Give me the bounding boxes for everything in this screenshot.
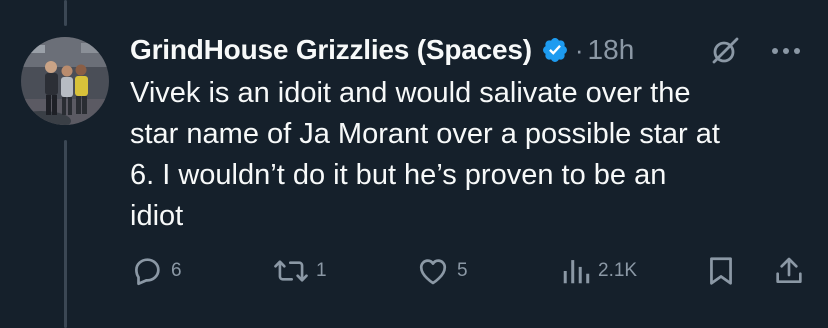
reply-button[interactable]: 6	[130, 253, 182, 289]
share-button[interactable]	[773, 253, 805, 289]
views-chart-icon	[561, 254, 591, 288]
retweet-button[interactable]: 1	[273, 253, 327, 289]
tweet-text: Vivek is an idoit and would salivate ove…	[130, 77, 720, 232]
timestamp[interactable]: 18h	[588, 34, 635, 66]
reply-count: 6	[171, 260, 182, 281]
grok-icon[interactable]	[708, 34, 742, 68]
thread-line-top	[64, 0, 67, 26]
avatar[interactable]	[21, 37, 109, 125]
thread-line-bottom	[64, 140, 67, 328]
like-button[interactable]: 5	[416, 253, 468, 289]
views-count: 2.1K	[598, 260, 638, 281]
timestamp-separator: ·	[574, 34, 584, 65]
retweet-icon	[273, 254, 309, 288]
tweet-actions: 6 1 5 2.1K	[130, 253, 808, 289]
heart-icon	[416, 254, 450, 288]
reply-icon	[130, 254, 164, 288]
views-button[interactable]: 2.1K	[561, 253, 637, 289]
like-count: 5	[457, 260, 468, 281]
tweet-header: GrindHouse Grizzlies (Spaces) · 18h	[130, 30, 808, 70]
share-icon	[773, 254, 805, 288]
verified-badge-icon[interactable]	[541, 36, 569, 64]
retweet-count: 1	[316, 260, 327, 281]
avatar-image	[21, 37, 109, 125]
more-dots-icon[interactable]	[766, 34, 806, 68]
bookmark-icon	[706, 254, 736, 288]
bookmark-button[interactable]	[706, 253, 736, 289]
author-name[interactable]: GrindHouse Grizzlies (Spaces)	[130, 34, 532, 66]
